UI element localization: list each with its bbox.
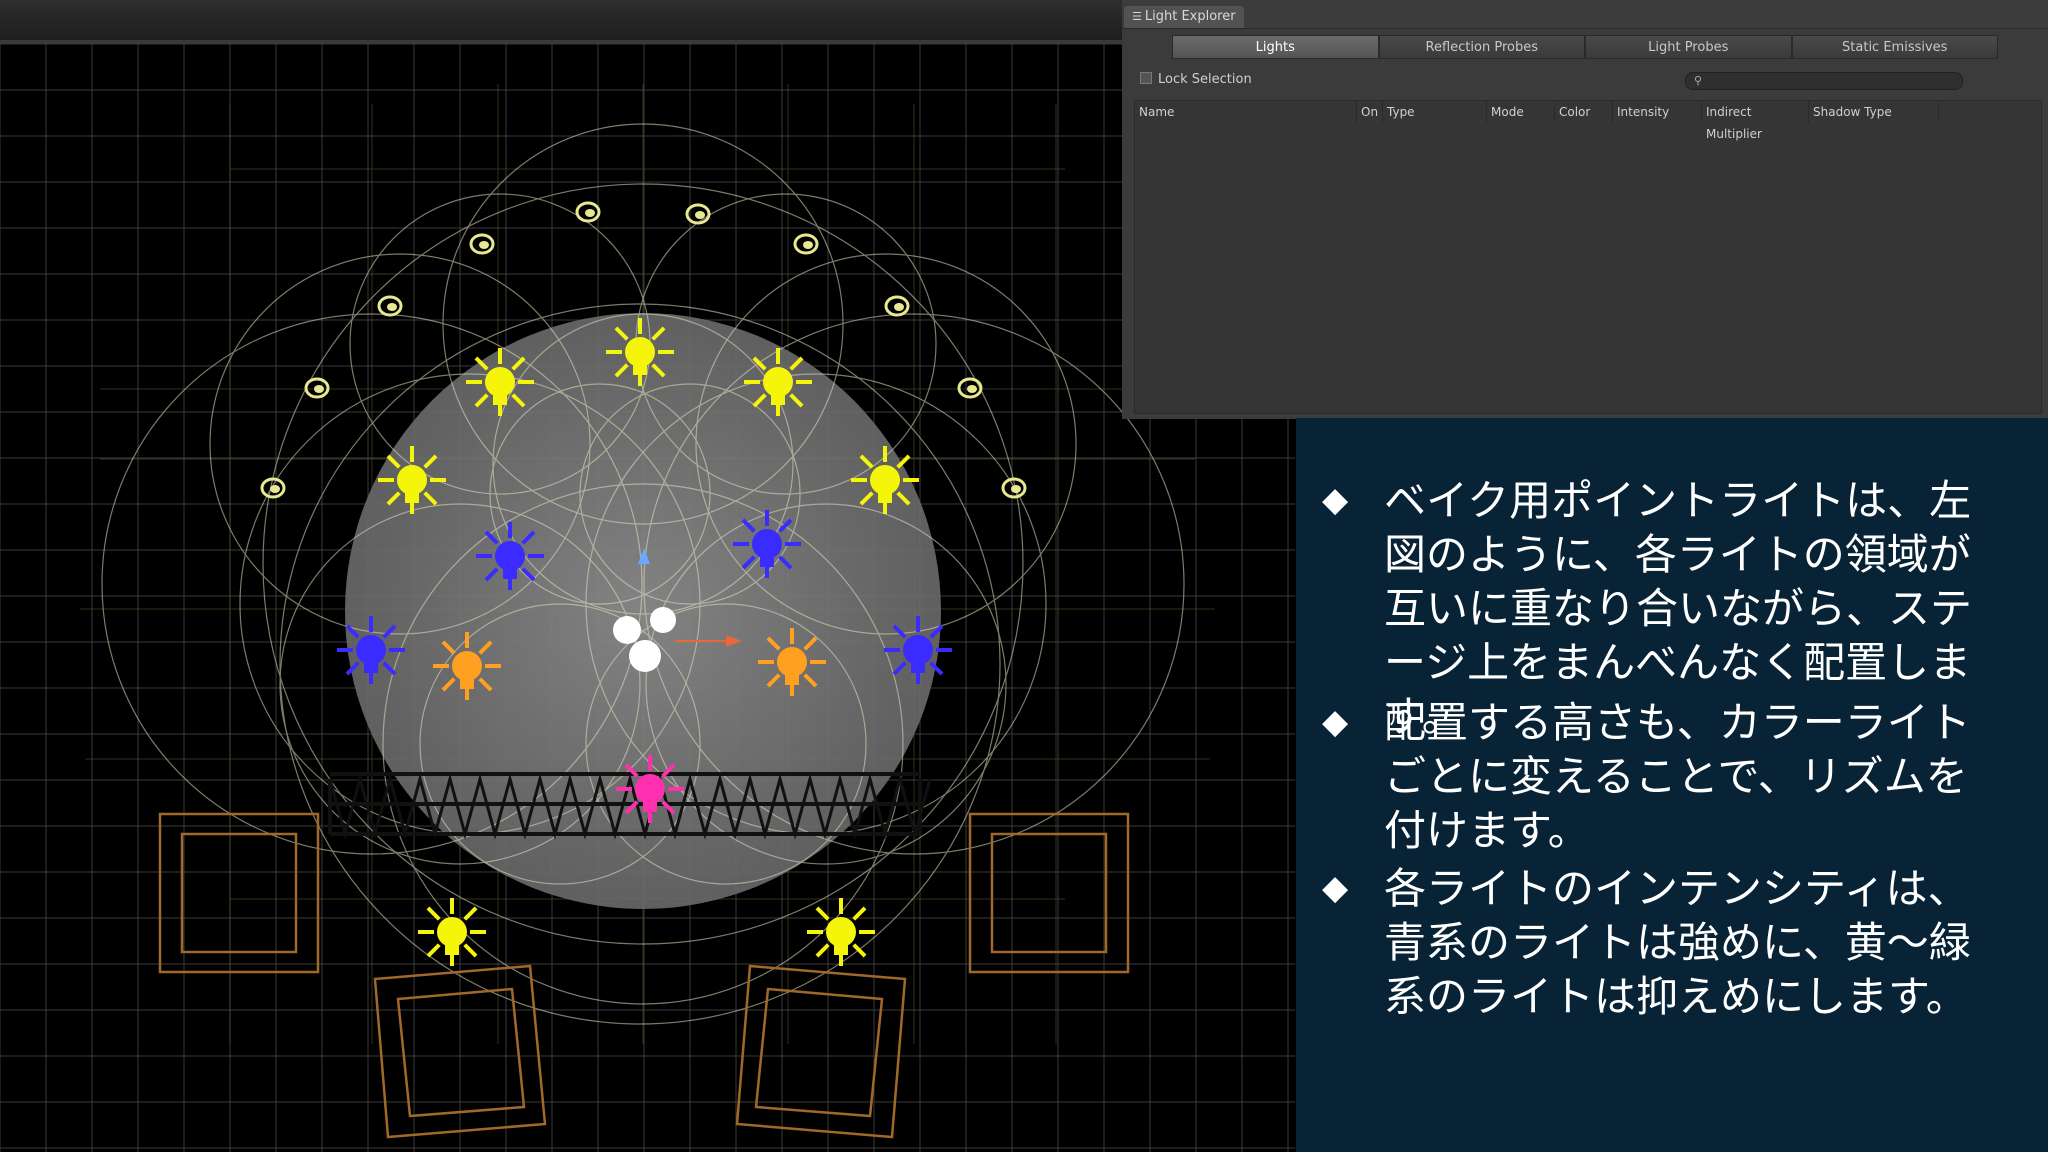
- light-bulb-icon: [337, 616, 405, 684]
- lock-selection-label: Lock Selection: [1158, 72, 1252, 87]
- lock-selection-checkbox[interactable]: [1140, 72, 1152, 84]
- tab-light-probes[interactable]: Light Probes: [1585, 35, 1792, 59]
- scene-canvas[interactable]: [0, 44, 1295, 1152]
- column-header[interactable]: Shadow Type: [1809, 101, 1939, 123]
- notes-panel: ◆ ベイク用ポイントライトは、左図のように、各ライトの領域が互いに重なり合いながら…: [1296, 418, 2048, 1152]
- light-bulb-icon: [433, 632, 501, 700]
- tab-static-emissives[interactable]: Static Emissives: [1791, 35, 1998, 59]
- light-explorer-title: Light Explorer: [1144, 9, 1236, 24]
- lock-selection-toggle[interactable]: Lock Selection: [1140, 72, 1252, 87]
- light-bulb-icon: [733, 510, 801, 578]
- diamond-bullet-icon: ◆: [1322, 702, 1349, 742]
- column-header[interactable]: Name: [1135, 101, 1357, 123]
- tab-reflection-probes[interactable]: Reflection Probes: [1378, 35, 1585, 59]
- column-header[interactable]: Color: [1555, 101, 1613, 123]
- spotlight-icon: [260, 477, 286, 499]
- menu-icon: ☰: [1132, 10, 1142, 23]
- column-header[interactable]: Mode: [1487, 101, 1555, 123]
- spotlight-icon: [469, 233, 495, 255]
- light-explorer-tabs: Lights Reflection Probes Light Probes Stati…: [1172, 35, 1998, 59]
- bullet-text: 配置する高さも、カラーライトごとに変えることで、リズムを付けます。: [1384, 698, 1971, 855]
- light-bulb-icon: [744, 348, 812, 416]
- light-bulb-icon: [378, 446, 446, 514]
- column-header[interactable]: On: [1357, 101, 1383, 123]
- spotlight-icon: [957, 377, 983, 399]
- light-bulb-icon: [418, 898, 486, 966]
- light-explorer-window: ☰ Light Explorer Lights Reflection Probes L…: [1122, 0, 2048, 419]
- light-bulb-icon: [616, 755, 684, 823]
- search-input[interactable]: ⚲: [1685, 72, 1963, 90]
- light-explorer-tab[interactable]: ☰ Light Explorer: [1124, 6, 1244, 28]
- spotlight-icon: [304, 377, 330, 399]
- column-header[interactable]: Intensity: [1613, 101, 1702, 123]
- light-bulb-icon: [758, 628, 826, 696]
- column-header[interactable]: Type: [1383, 101, 1487, 123]
- light-bulb-icon: [807, 898, 875, 966]
- spotlight-icon: [884, 295, 910, 317]
- bullet-text: 各ライトのインテンシティは、青系のライトは強めに、黄〜緑系のライトは抑えめにしま…: [1384, 864, 1971, 1021]
- column-header[interactable]: Indirect Multiplier: [1702, 101, 1809, 141]
- light-bulb-icon: [466, 348, 534, 416]
- diamond-bullet-icon: ◆: [1322, 868, 1349, 908]
- scene-view[interactable]: [0, 44, 1295, 1152]
- light-bulb-icon: [884, 616, 952, 684]
- tab-lights[interactable]: Lights: [1172, 35, 1379, 59]
- light-bulb-icon: [476, 522, 544, 590]
- light-bulb-icon: [606, 318, 674, 386]
- spotlight-icon: [793, 233, 819, 255]
- spotlight-icon: [377, 295, 403, 317]
- spotlight-icon: [575, 201, 601, 223]
- light-bulb-icon: [851, 446, 919, 514]
- light-explorer-body: Lights Reflection Probes Light Probes Stati…: [1122, 28, 2048, 419]
- search-icon: ⚲: [1694, 74, 1703, 87]
- lights-table: Name On Type Mode Color Intensity Indirect Mul…: [1134, 100, 2042, 414]
- diamond-bullet-icon: ◆: [1322, 480, 1349, 520]
